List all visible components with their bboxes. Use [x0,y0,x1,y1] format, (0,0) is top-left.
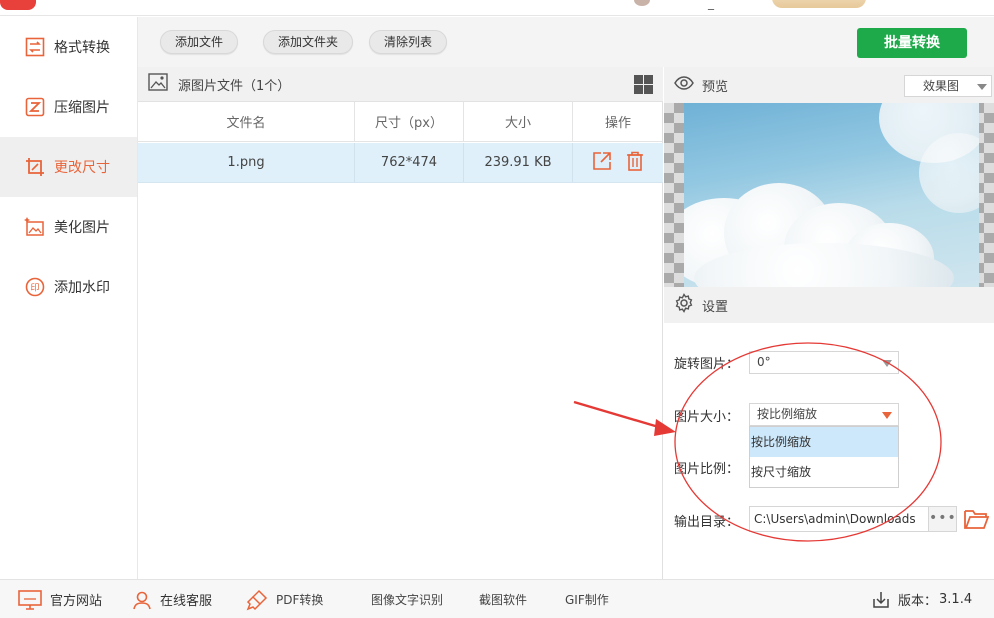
preview-header: 预览 效果图 [664,67,994,103]
sidebar-item-label: 压缩图片 [54,100,110,116]
add-folder-button[interactable]: 添加文件夹 [263,30,354,54]
sidebar-item-format-convert[interactable]: 格式转换 [0,17,137,77]
sidebar: 格式转换 压缩图片 更改尺寸 美化图片 印 添加水印 [0,17,138,579]
size-label: 图片大小： [674,410,740,425]
compress-icon [24,96,46,118]
file-dimensions-cell: 762*474 [355,143,464,182]
ratio-label: 图片比例： [674,462,740,477]
chevron-down-icon [882,412,892,419]
sidebar-item-label: 更改尺寸 [54,160,110,176]
column-header-dimensions: 尺寸（px） [355,102,464,141]
open-external-icon[interactable] [592,151,612,175]
resize-icon [24,156,46,178]
output-dir-input[interactable]: C:\Users\admin\Downloads [749,506,929,532]
version-number: 3.1.4 [939,592,973,607]
size-mode-dropdown: 按比例缩放 按尺寸缩放 [749,426,899,488]
svg-text:印: 印 [30,282,39,294]
preview-panel: 预览 效果图 [664,67,994,287]
title-bar: _ [0,0,994,16]
monitor-icon [18,589,42,610]
column-header-size: 大小 [464,102,573,141]
browse-button[interactable]: ••• [929,506,957,532]
sidebar-item-label: 添加水印 [54,280,110,296]
official-site-link[interactable]: 官方网站 [18,580,102,618]
sidebar-item-compress[interactable]: 压缩图片 [0,77,137,137]
sidebar-item-resize[interactable]: 更改尺寸 [0,137,137,197]
file-size-cell: 239.91 KB [464,143,573,182]
sidebar-item-watermark[interactable]: 印 添加水印 [0,257,137,317]
settings-panel: 设置 旋转图片： 0° 图片大小： 按比例缩放 按比例缩放 按尺寸缩放 图片比例… [664,287,994,579]
column-header-actions: 操作 [604,116,631,131]
toolbar: 添加文件 添加文件夹 清除列表 批量转换 [138,17,994,67]
gear-icon [674,293,694,317]
batch-convert-button[interactable]: 批量转换 [857,28,967,58]
beautify-icon [24,216,46,238]
pdf-convert-link[interactable]: PDF转换 [246,580,323,618]
dropdown-option-proportional[interactable]: 按比例缩放 [750,427,898,457]
user-avatar[interactable] [634,0,650,6]
sidebar-item-label: 格式转换 [54,40,110,56]
file-list-title: 源图片文件（1个） [178,78,291,94]
clear-list-button[interactable]: 清除列表 [369,30,448,54]
file-name-cell: 1.png [138,143,355,182]
sky-image [684,103,979,287]
chevron-down-icon [882,360,892,367]
settings-title: 设置 [702,299,729,315]
size-mode-select[interactable]: 按比例缩放 [749,403,899,426]
settings-header: 设置 [664,287,994,323]
watermark-icon: 印 [24,276,46,298]
screenshot-tool-link[interactable]: 截图软件 [479,580,527,618]
file-actions-cell [573,143,663,182]
minimize-button[interactable]: _ [708,0,714,10]
preview-image [664,103,994,287]
file-list-header: 源图片文件（1个） [138,67,663,102]
table-header: 文件名 尺寸（px） 大小 操作 [138,102,663,142]
download-icon [872,591,890,609]
sidebar-item-beautify[interactable]: 美化图片 [0,197,137,257]
online-support-link[interactable]: 在线客服 [132,580,212,618]
support-agent-icon [132,590,152,610]
size-mode-value: 按比例缩放 [757,407,818,421]
grid-view-icon[interactable] [634,75,653,94]
output-dir-label: 输出目录： [674,515,740,530]
preview-title: 预览 [702,79,729,95]
table-row[interactable]: 1.png 762*474 239.91 KB [138,143,663,183]
pdf-convert-label: PDF转换 [276,593,324,607]
folder-icon[interactable] [963,507,990,531]
preview-mode-select[interactable]: 效果图 [904,75,992,97]
column-header-filename: 文件名 [138,102,355,141]
dropdown-option-by-dimensions[interactable]: 按尺寸缩放 [750,457,898,487]
eye-icon [674,75,694,95]
version-label: 版本： [898,594,938,609]
version-info: 版本： 3.1.4 [872,580,972,618]
sidebar-item-label: 美化图片 [54,220,110,236]
add-file-button[interactable]: 添加文件 [160,30,239,54]
ocr-link[interactable]: 图像文字识别 [371,580,443,618]
gif-maker-link[interactable]: GIF制作 [565,580,609,618]
brush-icon [246,589,268,611]
status-bar: 官方网站 在线客服 PDF转换 图像文字识别 截图软件 GIF制作 版本： 3.… [0,579,994,618]
official-site-label: 官方网站 [50,594,103,609]
rotate-select[interactable]: 0° [749,351,899,374]
image-icon [148,73,168,95]
vip-button[interactable] [772,0,866,8]
rotate-value: 0° [757,355,771,369]
chevron-down-icon [977,84,987,90]
app-logo [0,0,36,10]
format-convert-icon [24,36,46,58]
preview-mode-value: 效果图 [923,79,960,93]
online-support-label: 在线客服 [160,594,213,609]
delete-icon[interactable] [626,151,644,175]
file-list-panel: 源图片文件（1个） 文件名 尺寸（px） 大小 操作 1.png 762*474… [138,67,663,579]
rotate-label: 旋转图片： [674,357,740,372]
